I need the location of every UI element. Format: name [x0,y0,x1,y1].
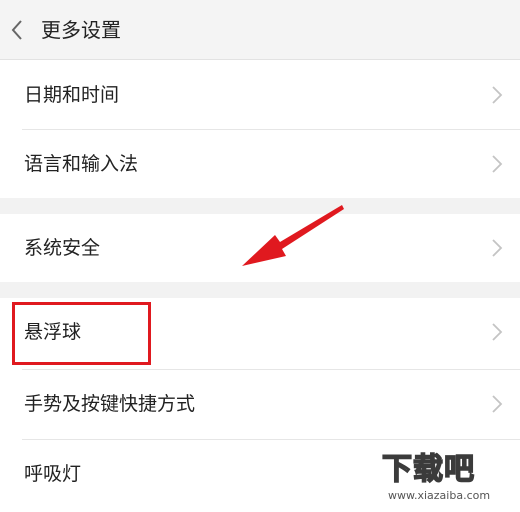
chevron-right-icon [492,323,503,341]
menu-item-label: 系统安全 [24,237,101,259]
menu-item-label: 语言和输入法 [24,153,139,175]
menu-item-label: 手势及按键快捷方式 [24,393,196,415]
pointer-arrow-icon [242,205,344,266]
menu-item-date-time[interactable]: 日期和时间 [0,61,520,129]
menu-item-label: 日期和时间 [24,84,120,106]
watermark-text: 下载吧 [381,451,475,488]
chevron-right-icon [492,155,503,173]
chevron-right-icon [492,86,503,104]
menu-item-label: 呼吸灯 [24,463,82,485]
menu-item-gesture-shortcuts[interactable]: 手势及按键快捷方式 [0,370,520,438]
menu-item-language-input[interactable]: 语言和输入法 [0,130,520,198]
chevron-right-icon [492,239,503,257]
chevron-right-icon [492,395,503,413]
watermark-logo: 下载吧 www.xiazaiba.com [381,451,510,504]
menu-item-label: 悬浮球 [24,321,82,343]
section-gap [0,282,520,298]
watermark-url: www.xiazaiba.com [388,489,491,502]
chevron-left-icon[interactable] [6,17,28,43]
page-title: 更多设置 [41,18,121,42]
title-bar: 更多设置 [0,0,520,60]
menu-item-floating-ball[interactable]: 悬浮球 [0,298,520,366]
